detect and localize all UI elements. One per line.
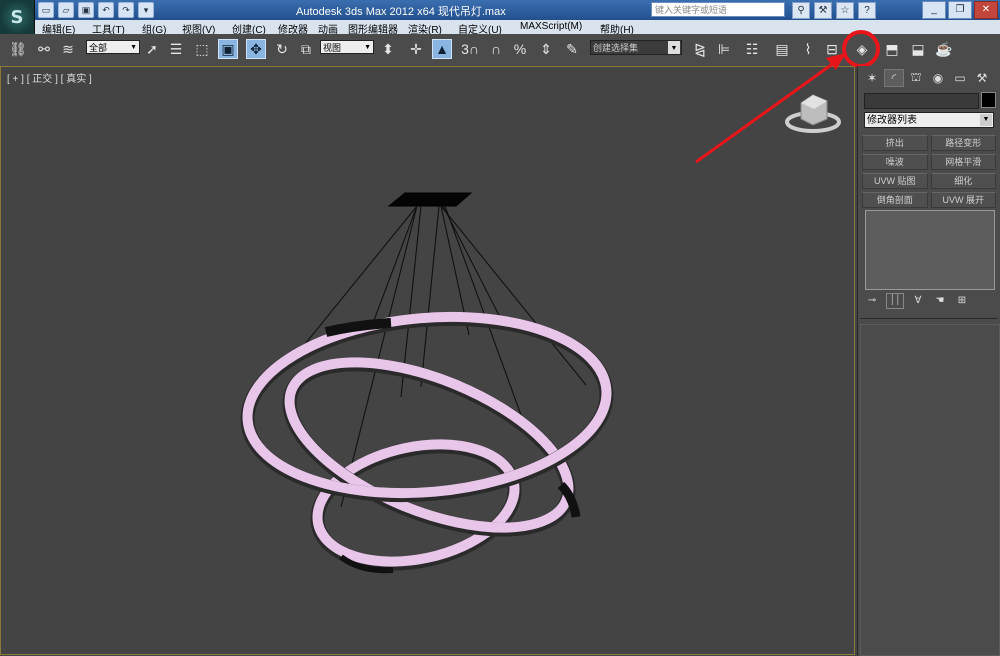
divider [860, 318, 998, 319]
app-logo[interactable]: S [0, 0, 35, 34]
mirror-icon[interactable]: ⧎ [690, 39, 710, 59]
open-file-icon[interactable]: ▱ [58, 2, 74, 18]
percent-snap-icon[interactable]: % [510, 39, 530, 59]
parameters-rollout [860, 324, 1000, 656]
close-button[interactable]: ✕ [974, 1, 998, 19]
ceiling-canopy [387, 192, 473, 207]
menu-bar: 编辑(E) 工具(T) 组(G) 视图(V) 创建(C) 修改器 动画 图形编辑… [0, 20, 1000, 36]
help-icon[interactable]: ? [858, 2, 876, 19]
modifier-button[interactable]: 噪波 [862, 154, 928, 170]
tools-icon[interactable]: ⚒ [814, 2, 832, 19]
pivot-center-icon[interactable]: ⬍ [378, 39, 398, 59]
restore-button[interactable]: ❐ [948, 1, 972, 19]
reference-coordinate-dropdown[interactable]: 视图 ▼ [320, 40, 374, 54]
modifier-buttons: 挤出 路径变形 噪波 网格平滑 UVW 贴图 细化 倒角剖面 UVW 展开 [862, 135, 996, 208]
edit-named-selection-icon[interactable]: ✎ [562, 39, 582, 59]
align-icon[interactable]: ⊫ [714, 39, 734, 59]
menu-maxscript[interactable]: MAXScript(M) [520, 21, 582, 32]
hierarchy-tab-icon[interactable]: ⛫ [906, 69, 926, 87]
select-and-link-icon[interactable]: ⛓ [8, 39, 28, 59]
configure-sets-icon[interactable]: ⊞ [954, 294, 970, 308]
modifier-button[interactable]: 路径变形 [930, 135, 996, 151]
modifier-button[interactable]: 网格平滑 [930, 154, 996, 170]
quick-access-toolbar: ▭ ▱ ▣ ↶ ↷ ▾ [38, 2, 154, 18]
curve-editor-icon[interactable]: ⌇ [798, 39, 818, 59]
selection-filter-dropdown[interactable]: 全部 ▼ [86, 40, 140, 54]
unlink-icon[interactable]: ⚯ [34, 39, 54, 59]
select-and-scale-icon[interactable]: ⧉ [296, 39, 316, 59]
binoculars-icon[interactable]: ⚲ [792, 2, 810, 19]
angle-snap-icon[interactable]: ∩ [486, 39, 506, 59]
object-name-field[interactable] [864, 93, 979, 109]
spinner-snap-icon[interactable]: ⇕ [536, 39, 556, 59]
bind-space-warp-icon[interactable]: ≋ [58, 39, 78, 59]
minimize-button[interactable]: _ [922, 1, 946, 19]
display-tab-icon[interactable]: ▭ [950, 69, 970, 87]
render-setup-icon[interactable]: ◈ [852, 39, 872, 59]
select-by-name-icon[interactable]: ☰ [166, 39, 186, 59]
select-object-icon[interactable]: ➚ [142, 39, 162, 59]
remove-modifier-icon[interactable]: ☚ [932, 294, 948, 308]
modifier-button[interactable]: UVW 展开 [930, 192, 996, 208]
redo-icon[interactable]: ↷ [118, 2, 134, 18]
modifier-stack-list[interactable] [865, 210, 995, 290]
command-panel: ✶ ◜ ⛫ ◉ ▭ ⚒ 修改器列表 ▼ 挤出 路径变形 噪波 网格平滑 UVW 贴… [857, 66, 1000, 656]
pin-stack-icon[interactable]: ⊸ [864, 294, 880, 308]
object-color-swatch[interactable] [981, 92, 996, 108]
show-end-result-icon[interactable]: ⏐⏐ [886, 293, 904, 309]
title-bar: ▭ ▱ ▣ ↶ ↷ ▾ Autodesk 3ds Max 2012 x64 现代… [0, 0, 1000, 20]
save-icon[interactable]: ▣ [78, 2, 94, 18]
graphite-ribbon-icon[interactable]: ▤ [772, 39, 792, 59]
search-input[interactable]: 键入关键字或短语 [651, 2, 785, 17]
schematic-view-icon[interactable]: ⊟ [822, 39, 842, 59]
modifier-button[interactable]: 细化 [930, 173, 996, 189]
material-editor-icon[interactable]: ⬒ [882, 39, 902, 59]
chandelier-rings [240, 311, 614, 574]
select-and-rotate-icon[interactable]: ↻ [272, 39, 292, 59]
window-crossing-icon[interactable]: ▣ [218, 39, 238, 59]
customize-dropdown-icon[interactable]: ▾ [138, 2, 154, 18]
named-selection-set-dropdown[interactable]: 创建选择集 ▼ [590, 40, 682, 55]
layer-manager-icon[interactable]: ☷ [742, 39, 762, 59]
modifier-button[interactable]: 挤出 [862, 135, 928, 151]
viewcube-icon[interactable] [785, 94, 841, 133]
window-title: Autodesk 3ds Max 2012 x64 现代吊灯.max [296, 6, 506, 18]
command-panel-tabs: ✶ ◜ ⛫ ◉ ▭ ⚒ [858, 69, 1000, 89]
render-production-icon[interactable]: ☕ [934, 39, 954, 59]
viewport-scene [240, 94, 841, 574]
select-and-move-icon[interactable]: ✥ [246, 39, 266, 59]
utilities-tab-icon[interactable]: ⚒ [972, 69, 992, 87]
window-controls: _ ❐ ✕ [922, 1, 998, 19]
motion-tab-icon[interactable]: ◉ [928, 69, 948, 87]
modifier-list-dropdown[interactable]: 修改器列表 ▼ [864, 112, 994, 128]
rectangular-selection-icon[interactable]: ⬚ [192, 39, 212, 59]
stack-tools: ⊸ ⏐⏐ ∀ ☚ ⊞ [864, 293, 994, 309]
rendered-frame-window-icon[interactable]: ⬓ [908, 39, 928, 59]
new-file-icon[interactable]: ▭ [38, 2, 54, 18]
star-icon[interactable]: ☆ [836, 2, 854, 19]
snaps-toggle-icon[interactable]: 3 ∩ [460, 39, 480, 59]
modifier-button[interactable]: UVW 贴图 [862, 173, 928, 189]
make-unique-icon[interactable]: ∀ [910, 294, 926, 308]
modify-tab-icon[interactable]: ◜ [884, 69, 904, 87]
main-toolbar: ⛓ ⚯ ≋ 全部 ▼ ➚ ☰ ⬚ ▣ ✥ ↻ ⧉ 视图 ▼ ⬍ ✛ ▲ 3 ∩ ∩ %… [0, 34, 1000, 67]
undo-icon[interactable]: ↶ [98, 2, 114, 18]
modifier-button[interactable]: 倒角剖面 [862, 192, 928, 208]
manipulate-icon[interactable]: ✛ [406, 39, 426, 59]
perspective-viewport[interactable]: [ + ] [ 正交 ] [ 真实 ] [0, 66, 855, 655]
infocenter-icons: ⚲ ⚒ ☆ ? [792, 2, 876, 19]
create-tab-icon[interactable]: ✶ [862, 69, 882, 87]
keyboard-shortcut-override-icon[interactable]: ▲ [432, 39, 452, 59]
